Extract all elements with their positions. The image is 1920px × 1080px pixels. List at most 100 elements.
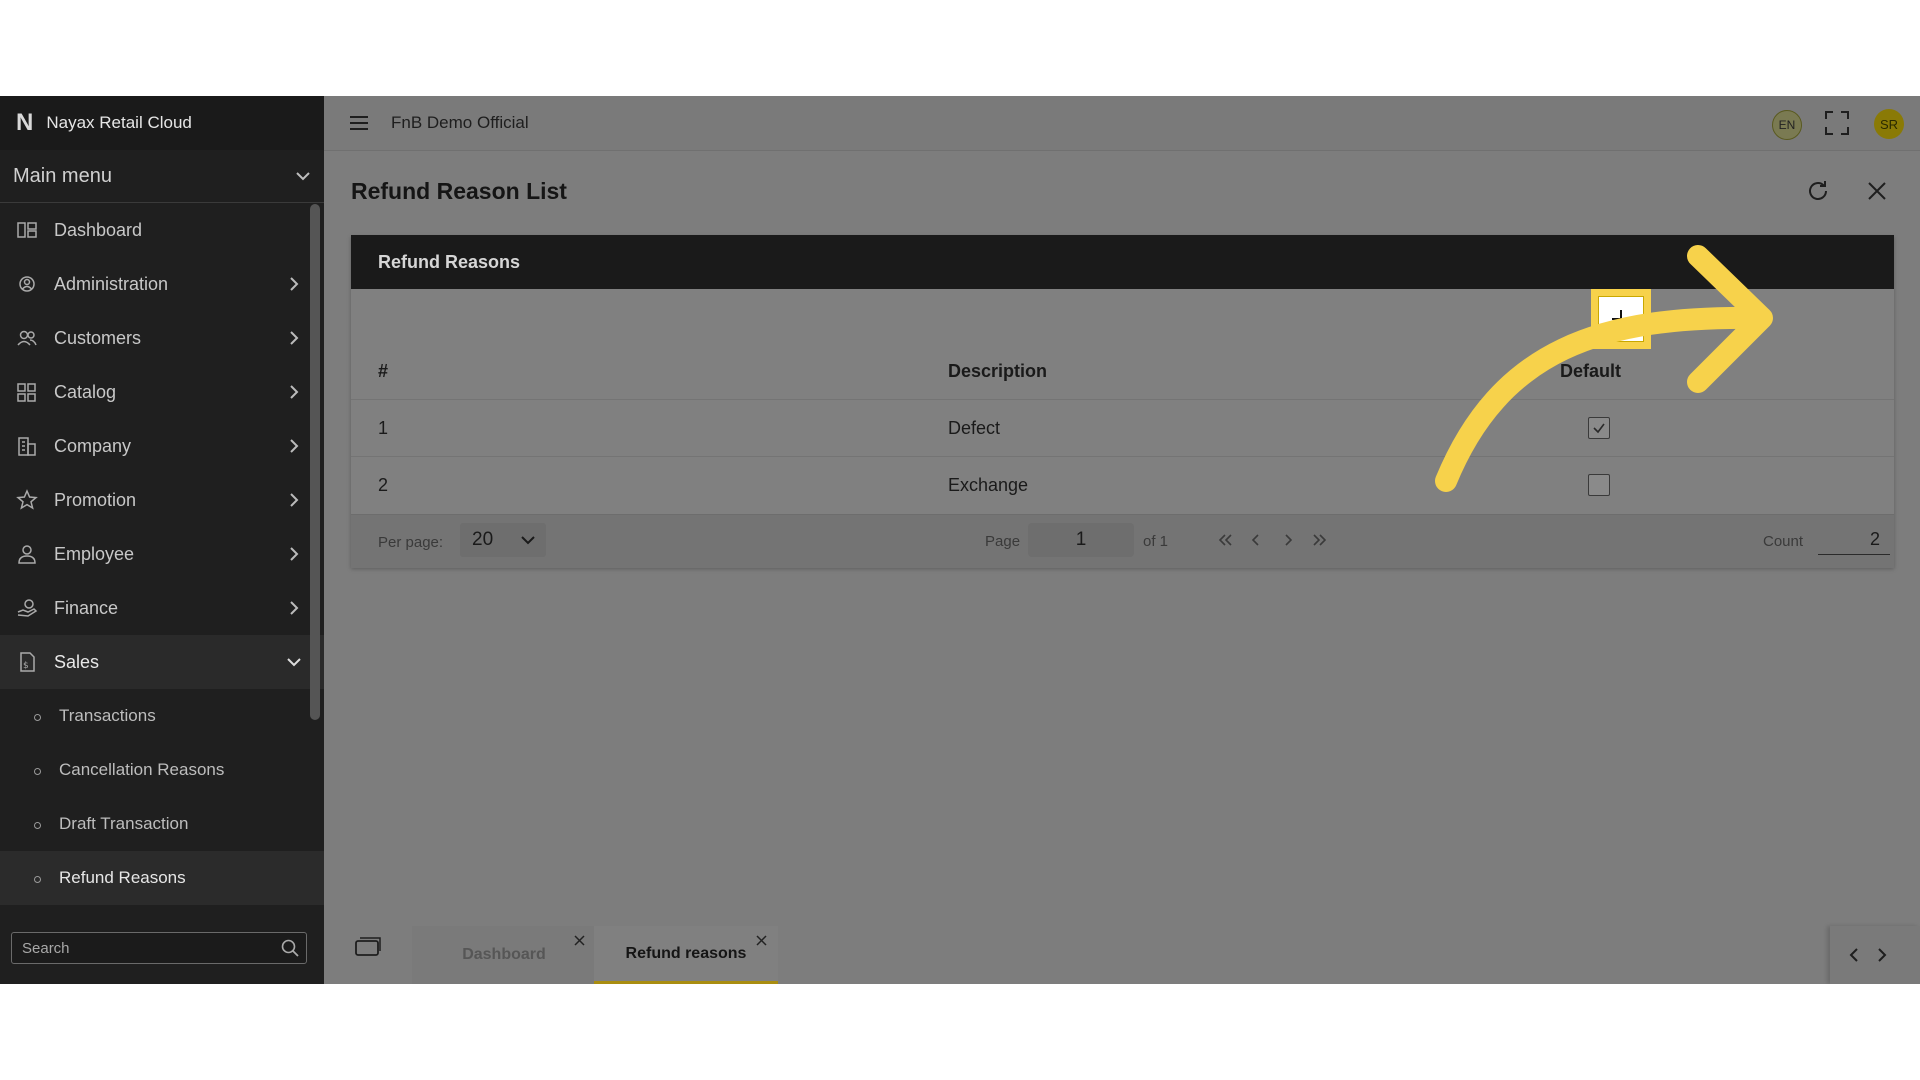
row-default-cell	[1559, 399, 1641, 457]
refund-reasons-table: # Description Default 1 Defect 2 Exchang…	[351, 343, 1894, 513]
main-content: FnB Demo Official EN SR Refund Reason Li…	[324, 96, 1920, 984]
tab-dashboard[interactable]: Dashboard	[412, 926, 596, 984]
sidebar-item-catalog[interactable]: Catalog	[0, 365, 324, 419]
per-page-select[interactable]: 20	[460, 523, 546, 557]
chevron-down-icon	[521, 536, 535, 545]
sidebar-item-customers[interactable]: Customers	[0, 311, 324, 365]
sidebar-search	[11, 932, 307, 964]
pagination-bar: Per page: 20 Page 1 of 1 Count 2	[351, 514, 1894, 568]
brand-logo: N	[16, 109, 33, 136]
row-spacer	[1641, 456, 1894, 513]
main-menu-toggle[interactable]: Main menu	[0, 150, 324, 203]
tab-scroll-controls	[1830, 926, 1920, 984]
avatar[interactable]: SR	[1874, 109, 1904, 139]
brand-name: Nayax Retail Cloud	[46, 113, 192, 132]
sidebar-subitem-label: Refund Reasons	[59, 868, 186, 887]
language-selector[interactable]: EN	[1772, 110, 1802, 140]
sidebar-item-label: Promotion	[54, 489, 137, 510]
close-tab-icon[interactable]	[755, 934, 768, 947]
fullscreen-icon[interactable]	[1824, 110, 1850, 136]
column-header-spacer	[1641, 343, 1894, 400]
count-label: Count	[1763, 533, 1804, 550]
refund-reasons-card: Refund Reasons # Description Default 1 D…	[351, 235, 1894, 568]
sidebar: N Nayax Retail Cloud Main menu Dashboard…	[0, 96, 324, 984]
page-label: Page	[985, 533, 1021, 550]
finance-icon	[16, 597, 38, 619]
bullet-icon	[34, 822, 41, 829]
administration-icon	[16, 273, 38, 295]
bullet-icon	[34, 714, 41, 721]
sidebar-item-finance[interactable]: Finance	[0, 581, 324, 635]
previous-page-icon[interactable]	[1247, 531, 1265, 549]
chevron-right-icon	[290, 601, 299, 615]
top-bar: FnB Demo Official EN SR	[324, 96, 1920, 151]
sidebar-search-input[interactable]	[20, 933, 274, 963]
add-button[interactable]	[1598, 296, 1644, 342]
sidebar-subitem-label: Draft Transaction	[59, 814, 189, 833]
chevron-right-icon	[290, 331, 299, 345]
dashboard-icon	[16, 219, 38, 241]
sidebar-subitem-transactions[interactable]: Transactions	[0, 689, 324, 743]
store-name[interactable]: FnB Demo Official	[391, 113, 529, 133]
svg-text:$: $	[23, 661, 29, 671]
page-number-input[interactable]: 1	[1028, 523, 1134, 557]
tab-refund-reasons[interactable]: Refund reasons	[594, 926, 778, 984]
page-title: Refund Reason List	[351, 178, 567, 204]
sidebar-item-employee[interactable]: Employee	[0, 527, 324, 581]
sidebar-item-promotion[interactable]: Promotion	[0, 473, 324, 527]
table-row[interactable]: 1 Defect	[351, 399, 1894, 457]
sidebar-item-label: Customers	[54, 327, 142, 348]
row-spacer	[1641, 399, 1894, 457]
checkmark-icon	[1593, 423, 1605, 434]
add-button-highlight[interactable]	[1591, 289, 1651, 349]
last-page-icon[interactable]	[1311, 531, 1329, 549]
customers-icon	[16, 327, 38, 349]
chevron-right-icon	[290, 385, 299, 399]
sidebar-item-label: Company	[54, 435, 132, 456]
sidebar-item-administration[interactable]: Administration	[0, 257, 324, 311]
main-menu: Dashboard Administration Customers Catal…	[0, 203, 324, 905]
company-icon	[16, 435, 38, 457]
row-description: Exchange	[947, 456, 1559, 513]
close-icon[interactable]	[1866, 180, 1888, 202]
app-window: N Nayax Retail Cloud Main menu Dashboard…	[0, 96, 1920, 984]
chevron-right-icon	[290, 439, 299, 453]
sidebar-item-label: Dashboard	[54, 219, 143, 240]
first-page-icon[interactable]	[1216, 531, 1234, 549]
sidebar-item-dashboard[interactable]: Dashboard	[0, 203, 324, 257]
column-header-default[interactable]: Default	[1559, 343, 1641, 400]
default-checkbox-unchecked[interactable]	[1588, 474, 1610, 496]
search-icon[interactable]	[280, 938, 300, 958]
close-tab-icon[interactable]	[573, 934, 586, 947]
sidebar-subitem-draft-transaction[interactable]: Draft Transaction	[0, 797, 324, 851]
bottom-tab-bar: Dashboard Refund reasons	[324, 916, 1920, 984]
chevron-right-icon	[290, 547, 299, 561]
per-page-label: Per page:	[378, 534, 444, 551]
chevron-right-icon[interactable]	[1874, 947, 1890, 963]
refresh-icon[interactable]	[1806, 179, 1830, 203]
sidebar-item-company[interactable]: Company	[0, 419, 324, 473]
sidebar-scrollbar[interactable]	[310, 204, 320, 720]
chevron-left-icon[interactable]	[1846, 947, 1862, 963]
column-header-description[interactable]: Description	[947, 343, 1559, 400]
sidebar-subitem-refund-reasons[interactable]: Refund Reasons	[0, 851, 324, 905]
chevron-right-icon	[290, 277, 299, 291]
default-checkbox-checked[interactable]	[1588, 417, 1610, 439]
row-description: Defect	[947, 399, 1559, 457]
chevron-right-icon	[290, 493, 299, 507]
hamburger-menu-icon[interactable]	[348, 113, 370, 133]
table-row[interactable]: 2 Exchange	[351, 456, 1894, 513]
sidebar-item-label: Catalog	[54, 381, 117, 402]
page-of-label: of 1	[1143, 533, 1169, 550]
sidebar-item-sales[interactable]: $ Sales	[0, 635, 324, 689]
bullet-icon	[34, 876, 41, 883]
count-value: 2	[1818, 525, 1890, 555]
row-number: 1	[351, 399, 947, 457]
next-page-icon[interactable]	[1279, 531, 1297, 549]
sidebar-subitem-cancellation-reasons[interactable]: Cancellation Reasons	[0, 743, 324, 797]
brand[interactable]: N Nayax Retail Cloud	[0, 96, 324, 150]
row-default-cell	[1559, 456, 1641, 513]
column-header-number[interactable]: #	[351, 343, 947, 400]
tabs-overview-icon[interactable]	[354, 935, 382, 959]
sidebar-subitem-label: Cancellation Reasons	[59, 760, 225, 779]
